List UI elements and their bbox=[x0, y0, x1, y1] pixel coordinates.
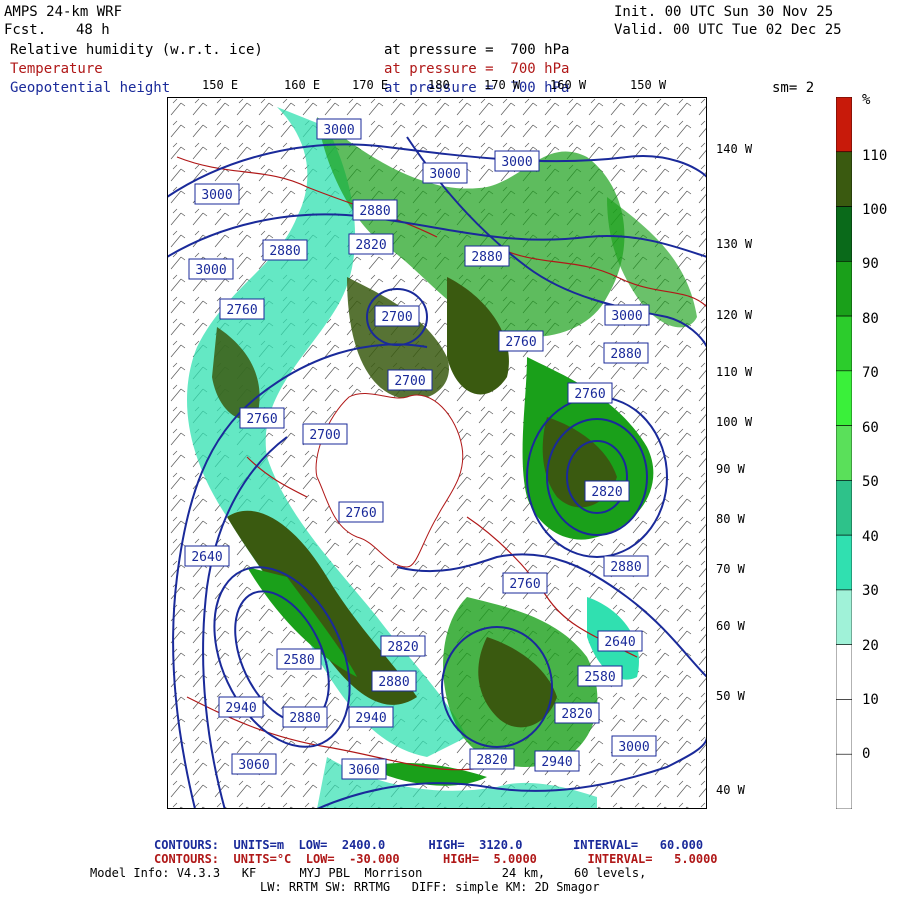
temperature-contour-info: CONTOURS: UNITS=°C LOW= -30.000 HIGH= 5.… bbox=[154, 852, 718, 866]
model-info: Model Info: V4.3.3 KF MYJ PBL Morrison 2… bbox=[90, 866, 647, 880]
height-label: 2760 bbox=[246, 412, 277, 427]
height-label: 2880 bbox=[269, 244, 300, 259]
colorbar-unit: % bbox=[862, 92, 871, 108]
height-label: 2880 bbox=[610, 347, 641, 362]
height-label: 2820 bbox=[387, 640, 418, 655]
lon-label-top: 180 bbox=[428, 78, 450, 92]
lon-label-top: 160 E bbox=[284, 78, 321, 92]
height-label: 2640 bbox=[191, 550, 222, 565]
lon-label-right: 120 W bbox=[716, 308, 753, 322]
colorbar-segment bbox=[836, 151, 852, 207]
height-label: 2880 bbox=[471, 250, 502, 265]
model-title: AMPS 24-km WRF bbox=[4, 4, 123, 20]
field-rh-level: at pressure = 700 hPa bbox=[384, 42, 570, 58]
lon-label-right: 140 W bbox=[716, 142, 753, 156]
lon-label-top: 150 W bbox=[630, 78, 667, 92]
lon-label-right: 80 W bbox=[716, 512, 745, 526]
height-label: 2820 bbox=[561, 707, 592, 722]
field-height-name: Geopotential height bbox=[10, 80, 171, 96]
colorbar-label: 60 bbox=[862, 420, 879, 436]
lon-label-right: 130 W bbox=[716, 237, 753, 251]
field-temp-level: at pressure = 700 hPa bbox=[384, 61, 570, 77]
height-label: 2580 bbox=[584, 670, 615, 685]
height-label: 2700 bbox=[381, 310, 412, 325]
height-label: 2700 bbox=[394, 374, 425, 389]
height-label: 2760 bbox=[505, 335, 536, 350]
height-label: 2940 bbox=[355, 711, 386, 726]
colorbar-segment bbox=[836, 315, 852, 372]
field-rh-name: Relative humidity (w.r.t. ice) bbox=[10, 42, 263, 58]
height-label: 3000 bbox=[195, 263, 226, 278]
height-label: 2580 bbox=[283, 653, 314, 668]
lon-label-top: 170 E bbox=[352, 78, 389, 92]
height-label: 2820 bbox=[591, 485, 622, 500]
smoothing-label: sm= 2 bbox=[772, 80, 815, 96]
lon-label-right: 60 W bbox=[716, 619, 745, 633]
colorbar-label: 80 bbox=[862, 311, 879, 327]
height-label: 3000 bbox=[201, 188, 232, 203]
field-height-level: at pressure = 700 hPa bbox=[384, 80, 570, 96]
height-label: 2760 bbox=[574, 387, 605, 402]
height-label: 2880 bbox=[610, 560, 641, 575]
weather-map: 3000 3000 3000 3000 2880 2820 2880 2880 … bbox=[167, 97, 707, 809]
colorbar-label: 90 bbox=[862, 256, 879, 272]
height-label: 2880 bbox=[359, 204, 390, 219]
colorbar-label: 40 bbox=[862, 529, 879, 545]
height-label: 2940 bbox=[225, 701, 256, 716]
height-label: 3000 bbox=[501, 155, 532, 170]
colorbar-label: 0 bbox=[862, 746, 871, 762]
colorbar-segment bbox=[836, 699, 852, 755]
height-label: 3000 bbox=[429, 167, 460, 182]
lon-label-right: 40 W bbox=[716, 783, 745, 797]
height-label: 2700 bbox=[309, 428, 340, 443]
colorbar-segment bbox=[836, 644, 852, 700]
colorbar-segment bbox=[836, 370, 852, 426]
colorbar-label: 30 bbox=[862, 583, 879, 599]
height-label: 2880 bbox=[289, 711, 320, 726]
model-info-physics: LW: RRTM SW: RRTMG DIFF: simple KM: 2D S… bbox=[260, 880, 600, 894]
height-label: 2760 bbox=[226, 303, 257, 318]
lon-label-right: 70 W bbox=[716, 562, 745, 576]
height-label: 2940 bbox=[541, 755, 572, 770]
valid-time: Valid. 00 UTC Tue 02 Dec 25 bbox=[614, 22, 842, 38]
lon-label-top: 150 E bbox=[202, 78, 239, 92]
colorbar-segment bbox=[836, 261, 852, 317]
colorbar-label: 10 bbox=[862, 692, 879, 708]
colorbar-segment bbox=[836, 480, 852, 536]
colorbar-label: 50 bbox=[862, 474, 879, 490]
height-label: 2760 bbox=[509, 577, 540, 592]
height-contour-info: CONTOURS: UNITS=m LOW= 2400.0 HIGH= 3120… bbox=[154, 838, 704, 852]
lon-label-right: 110 W bbox=[716, 365, 753, 379]
height-label: 2820 bbox=[355, 238, 386, 253]
colorbar-label: 100 bbox=[862, 202, 888, 218]
height-label: 3000 bbox=[323, 123, 354, 138]
height-label: 3000 bbox=[618, 740, 649, 755]
colorbar-label: 110 bbox=[862, 148, 888, 164]
lon-label-top: 160 W bbox=[550, 78, 587, 92]
colorbar-segment bbox=[836, 97, 852, 153]
forecast-label: Fcst. bbox=[4, 22, 47, 38]
colorbar-label: 20 bbox=[862, 638, 879, 654]
colorbar-segment bbox=[836, 534, 852, 591]
lon-label-right: 100 W bbox=[716, 415, 753, 429]
init-time: Init. 00 UTC Sun 30 Nov 25 bbox=[614, 4, 834, 20]
height-label: 2880 bbox=[378, 675, 409, 690]
height-label: 2640 bbox=[604, 635, 635, 650]
colorbar-segment bbox=[836, 206, 852, 262]
height-label: 3060 bbox=[348, 763, 379, 778]
colorbar-label: 70 bbox=[862, 365, 879, 381]
colorbar-segment bbox=[836, 425, 852, 481]
colorbar-segment bbox=[836, 589, 852, 645]
field-temp-name: Temperature bbox=[10, 61, 103, 77]
lon-label-right: 50 W bbox=[716, 689, 745, 703]
lon-label-top: 170 W bbox=[484, 78, 521, 92]
height-label: 3060 bbox=[238, 758, 269, 773]
height-label: 2760 bbox=[345, 506, 376, 521]
colorbar bbox=[836, 97, 852, 809]
colorbar-segment bbox=[836, 753, 852, 809]
lon-label-right: 90 W bbox=[716, 462, 745, 476]
forecast-hour: 48 h bbox=[76, 22, 110, 38]
